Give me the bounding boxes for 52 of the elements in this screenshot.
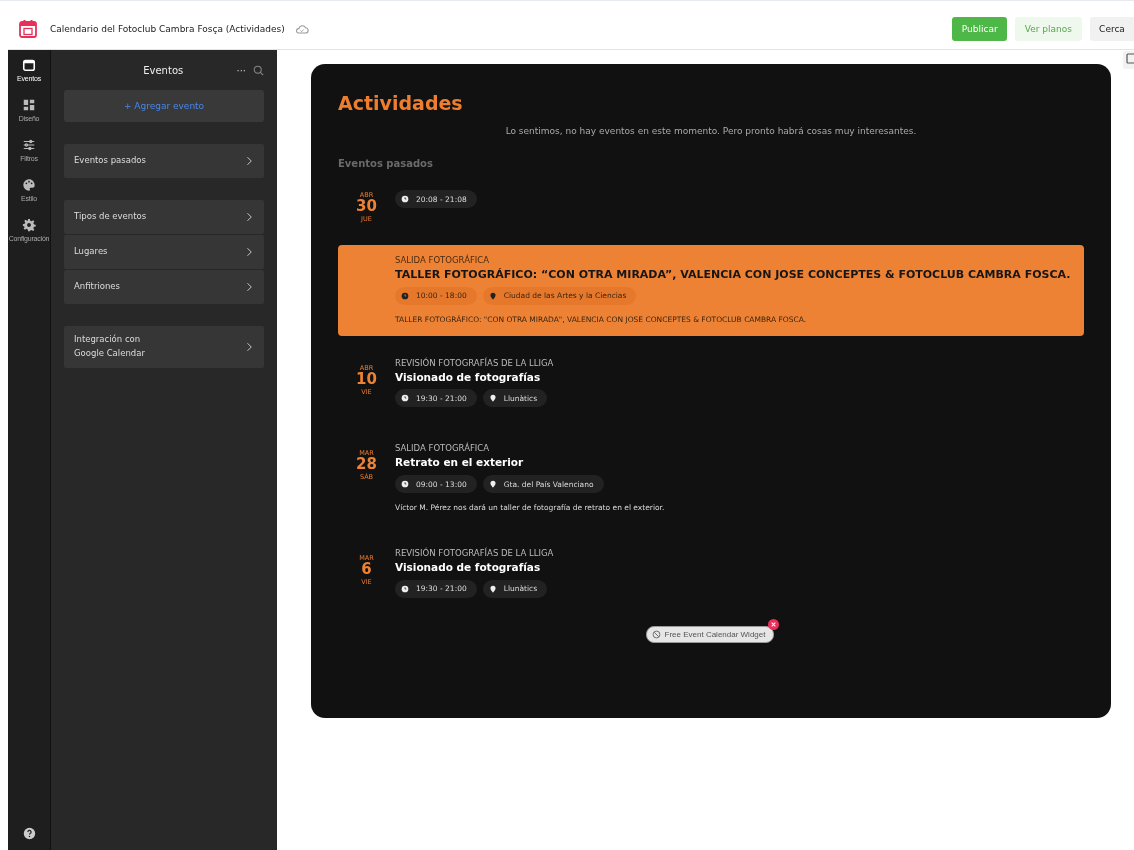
- event-day: 28: [356, 457, 377, 474]
- calendar-icon: [18, 19, 38, 39]
- clock-icon: [401, 291, 409, 300]
- help-icon[interactable]: [22, 827, 36, 840]
- branding-badge[interactable]: Free Event Calendar Widget: [645, 625, 775, 643]
- cloud-icon: [294, 23, 309, 35]
- sidebar-item[interactable]: Eventos pasados: [64, 144, 264, 178]
- search-icon[interactable]: [253, 64, 264, 76]
- widget-title: Actividades: [338, 92, 464, 114]
- panel-toggle-icon[interactable]: [1122, 50, 1134, 70]
- chevron-icon: [246, 156, 252, 166]
- event-category: REVISIÓN FOTOGRAFÍAS DE LA LLIGA: [395, 357, 554, 370]
- header-button[interactable]: Cerca: [1090, 17, 1134, 41]
- chevron-icon: [246, 212, 252, 222]
- event-title: Visionado de fotografías: [395, 560, 541, 575]
- empty-message: Lo sentimos, no hay eventos en este momento. Pero pronto habrá cosas muy interesantes.: [504, 126, 918, 136]
- logo-icon: [651, 629, 661, 639]
- clock-icon: [401, 394, 409, 403]
- chevron-icon: [246, 342, 252, 352]
- close-icon[interactable]: [768, 618, 780, 630]
- settings-icon: [22, 218, 36, 232]
- sidebar-item[interactable]: Integración con Google Calendar: [64, 326, 264, 368]
- project-title: Calendario del Fotoclub Cambra Fosça (Actividades): [50, 24, 285, 34]
- event-category: SALIDA FOTOGRÁFICA: [395, 443, 490, 456]
- pin-icon: [488, 394, 497, 403]
- pin-icon: [488, 584, 497, 593]
- clock-icon: [401, 195, 409, 203]
- clock-icon: [401, 480, 409, 488]
- sidebar-item[interactable]: Tipos de eventos: [64, 200, 264, 234]
- pin-icon: [488, 291, 497, 300]
- event-day: 30: [356, 199, 377, 215]
- sidebar-item[interactable]: Anfitriones: [64, 270, 264, 304]
- clock-icon: [401, 584, 409, 593]
- pin-icon: [488, 480, 497, 488]
- palette-icon: [22, 178, 36, 192]
- event-title: Retrato en el exterior: [395, 456, 524, 470]
- panel-title: Eventos: [142, 64, 185, 76]
- highlighted-event[interactable]: [338, 244, 1084, 336]
- event-day: 10: [356, 371, 377, 388]
- sliders-icon: [22, 138, 36, 152]
- chevron-icon: [246, 282, 252, 292]
- event-category: REVISIÓN FOTOGRAFÍAS DE LA LLIGA: [395, 548, 554, 560]
- event-title: Visionado de fotografías: [395, 370, 541, 385]
- sidebar-item[interactable]: Lugares: [64, 235, 264, 269]
- event-title: TALLER FOTOGRÁFICO: “CON OTRA MIRADA”, VALENCIA CON JOSE CONCEPTES & FOTOCLUB CAMBRA FOSCA.: [395, 267, 1071, 282]
- event-category: SALIDA FOTOGRÁFICA: [395, 254, 490, 267]
- grid-icon: [22, 98, 36, 112]
- chevron-icon: [246, 247, 252, 257]
- calendar-icon: [22, 58, 36, 72]
- event-day: 6: [361, 562, 372, 578]
- more-button[interactable]: ···: [232, 64, 250, 76]
- section-heading: Eventos pasados: [338, 158, 434, 169]
